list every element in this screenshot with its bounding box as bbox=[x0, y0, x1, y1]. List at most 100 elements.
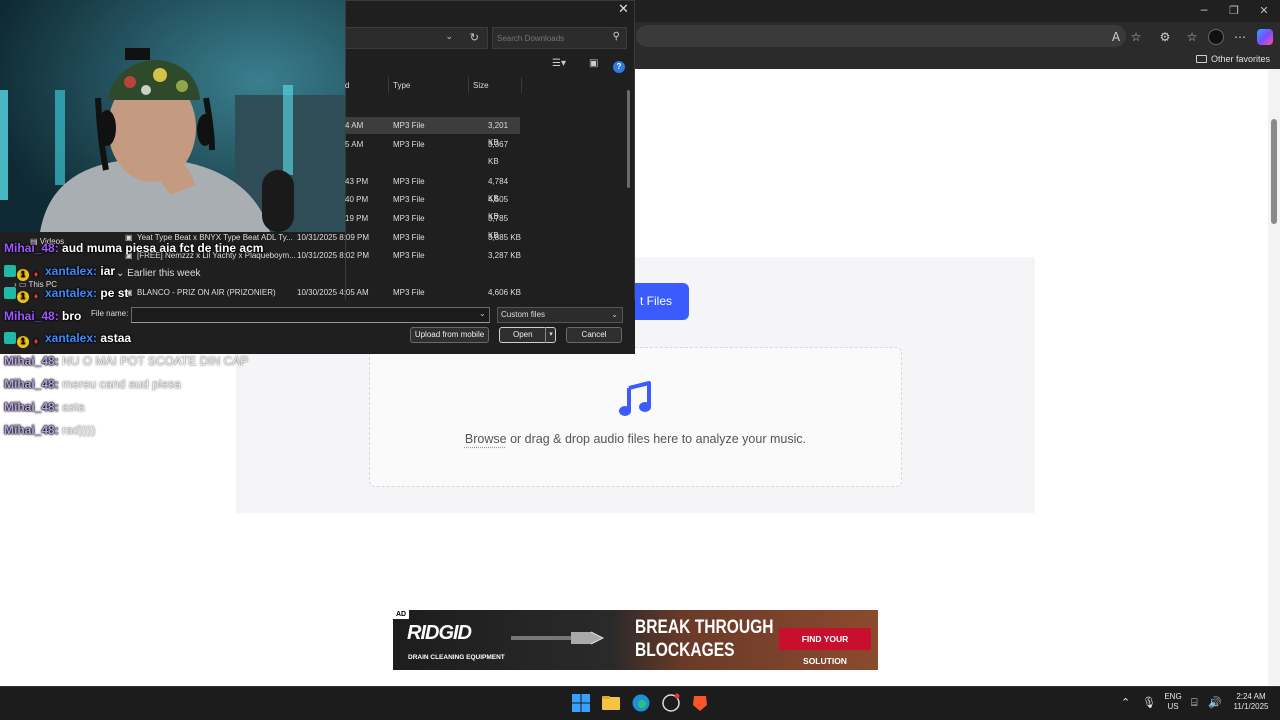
folder-icon bbox=[1195, 55, 1207, 63]
chat-username[interactable]: Mihai_48 bbox=[4, 377, 55, 391]
chat-message: 1 ♦ xantalex: pe st bbox=[4, 286, 128, 303]
subscriber-badge-icon bbox=[4, 265, 16, 277]
profile-avatar[interactable] bbox=[1208, 29, 1224, 45]
chat-username[interactable]: Mihai_48 bbox=[4, 423, 55, 437]
chat-username[interactable]: xantalex bbox=[45, 286, 93, 300]
music-note-icon bbox=[619, 381, 651, 416]
file-type-select[interactable]: Custom files ⌄ bbox=[497, 307, 623, 323]
minimize-button[interactable]: ─ bbox=[1197, 4, 1211, 18]
cancel-button[interactable]: Cancel bbox=[566, 327, 622, 343]
column-date[interactable]: d bbox=[345, 81, 349, 90]
select-files-button[interactable]: t Files bbox=[630, 283, 689, 320]
clock[interactable]: 2:24 AM 11/1/2025 bbox=[1226, 692, 1276, 712]
maximize-button[interactable]: ❐ bbox=[1227, 4, 1241, 18]
heart-badge-icon: ♦ bbox=[33, 269, 39, 279]
language-region: US bbox=[1167, 702, 1179, 711]
chat-separator: : bbox=[54, 309, 59, 323]
column-type[interactable]: Type bbox=[393, 81, 410, 90]
preview-pane-icon[interactable]: ▣ bbox=[589, 58, 598, 69]
drop-text: or drag & drop audio files here to analy… bbox=[506, 432, 807, 446]
chat-separator: : bbox=[54, 377, 59, 391]
file-name-dropdown-icon[interactable]: ⌄ bbox=[479, 309, 486, 318]
browse-link[interactable]: Browse bbox=[465, 432, 507, 446]
open-dropdown-icon[interactable]: ▾ bbox=[545, 327, 556, 343]
help-icon[interactable]: ? bbox=[613, 61, 625, 73]
read-aloud-icon[interactable]: A bbox=[1108, 29, 1124, 45]
extensions-icon[interactable]: ⚙ bbox=[1157, 29, 1173, 45]
chevron-down-icon: ⌄ bbox=[611, 310, 618, 319]
file-row[interactable]: ▣ BLANCO - PRIZ ON AIR (PRIZONIER) 10/30/2… bbox=[125, 284, 525, 301]
column-separator[interactable] bbox=[388, 77, 389, 93]
file-date: 10/31/2025 8:09 PM bbox=[297, 233, 370, 242]
chat-message: Mihai_48: aud muma piesa aia fct de tine… bbox=[4, 241, 263, 255]
show-hidden-icons[interactable]: ⌃ bbox=[1121, 696, 1130, 709]
other-favorites[interactable]: Other favorites bbox=[1195, 52, 1270, 66]
file-date: 10/31/2025 8:02 PM bbox=[297, 251, 370, 260]
favorites-icon[interactable]: ☆ bbox=[1184, 29, 1200, 45]
upload-from-mobile-button[interactable]: Upload from mobile bbox=[410, 327, 489, 343]
subscriber-badge-icon bbox=[4, 287, 16, 299]
chat-username[interactable]: Mihai_48 bbox=[4, 354, 55, 368]
language-code: ENG bbox=[1164, 692, 1182, 701]
file-row[interactable]: 40 PM MP3 File 4,505 KB bbox=[345, 191, 520, 221]
page-scrollbar[interactable] bbox=[1268, 69, 1280, 686]
language-indicator[interactable]: ENG US bbox=[1163, 692, 1183, 712]
chat-username[interactable]: Mihai_48 bbox=[4, 241, 55, 255]
ad-banner[interactable]: AD RIDGID DRAIN CLEANING EQUIPMENT BREAK… bbox=[393, 610, 878, 670]
ad-cta-button[interactable]: FIND YOUR SOLUTION bbox=[779, 628, 871, 666]
obs-icon[interactable] bbox=[661, 693, 681, 713]
group-header-earlier-this-week[interactable]: ⌄ Earlier this week bbox=[116, 268, 201, 279]
scroll-thumb[interactable] bbox=[1271, 119, 1277, 224]
chat-separator: : bbox=[93, 331, 98, 345]
column-size[interactable]: Size bbox=[473, 81, 489, 90]
file-type-value: Custom files bbox=[501, 310, 546, 319]
drain-tool-image bbox=[511, 631, 605, 645]
ad-headline-line-1: BREAK THROUGH bbox=[635, 617, 774, 638]
file-name-input[interactable] bbox=[131, 307, 490, 323]
favorite-star-icon[interactable]: ☆ bbox=[1128, 29, 1144, 45]
column-separator[interactable] bbox=[521, 77, 522, 93]
file-row[interactable]: 43 PM MP3 File 4,784 KB bbox=[345, 173, 520, 203]
chat-text: asta bbox=[62, 400, 85, 414]
brave-browser-icon[interactable] bbox=[690, 693, 710, 713]
dialog-search-box[interactable]: ⚲ bbox=[492, 27, 627, 49]
search-input[interactable] bbox=[497, 31, 607, 45]
chat-text: rad)))) bbox=[62, 423, 96, 437]
chat-username[interactable]: Mihai_48 bbox=[4, 400, 55, 414]
file-row[interactable]: 4 AM MP3 File 3,201 KB bbox=[345, 117, 520, 147]
collapse-icon[interactable]: ⌄ bbox=[116, 268, 127, 279]
dialog-close-button[interactable]: ✕ bbox=[618, 2, 629, 17]
file-size: 3,885 KB bbox=[488, 233, 521, 242]
file-row[interactable]: 5 AM MP3 File 3,367 KB bbox=[345, 136, 520, 166]
chat-text: astaa bbox=[100, 331, 132, 345]
file-row[interactable]: 19 PM MP3 File 3,785 KB bbox=[345, 210, 520, 240]
chat-username[interactable]: Mihai_48 bbox=[4, 309, 55, 323]
chat-text: iar bbox=[100, 264, 116, 278]
network-icon[interactable]: ⌸ bbox=[1191, 696, 1198, 710]
microphone-icon[interactable]: 🎙 bbox=[1142, 696, 1156, 709]
chat-message: Mihai_48: asta bbox=[4, 400, 85, 414]
column-separator[interactable] bbox=[468, 77, 469, 93]
more-menu-icon[interactable]: ⋯ bbox=[1232, 29, 1248, 45]
chat-username[interactable]: xantalex bbox=[45, 331, 93, 345]
chat-text: pe st bbox=[100, 286, 129, 300]
chat-username[interactable]: xantalex bbox=[45, 264, 93, 278]
edge-browser-icon[interactable] bbox=[631, 693, 651, 713]
gift-badge-icon: 1 bbox=[17, 269, 29, 281]
file-date: 10/30/2025 4:05 AM bbox=[297, 288, 369, 297]
gift-badge-icon: 1 bbox=[17, 291, 29, 303]
volume-icon[interactable]: 🔊 bbox=[1208, 696, 1222, 709]
file-size: 3,287 KB bbox=[488, 251, 521, 260]
close-window-button[interactable]: ✕ bbox=[1257, 4, 1271, 18]
refresh-icon[interactable]: ↻ bbox=[470, 31, 479, 44]
drop-instructions: Browse or drag & drop audio files here t… bbox=[369, 432, 902, 446]
address-bar[interactable] bbox=[636, 25, 1126, 47]
path-dropdown-icon[interactable]: ⌄ bbox=[445, 32, 453, 42]
chat-separator: : bbox=[54, 400, 59, 414]
view-options-icon[interactable]: ☰▾ bbox=[552, 58, 566, 69]
dialog-path-bar[interactable]: ⌄ ↻ bbox=[345, 27, 488, 49]
file-explorer-icon[interactable] bbox=[601, 693, 621, 713]
file-list-scrollbar[interactable] bbox=[627, 90, 630, 188]
start-windows-icon[interactable] bbox=[571, 693, 591, 713]
copilot-icon[interactable] bbox=[1257, 29, 1273, 45]
